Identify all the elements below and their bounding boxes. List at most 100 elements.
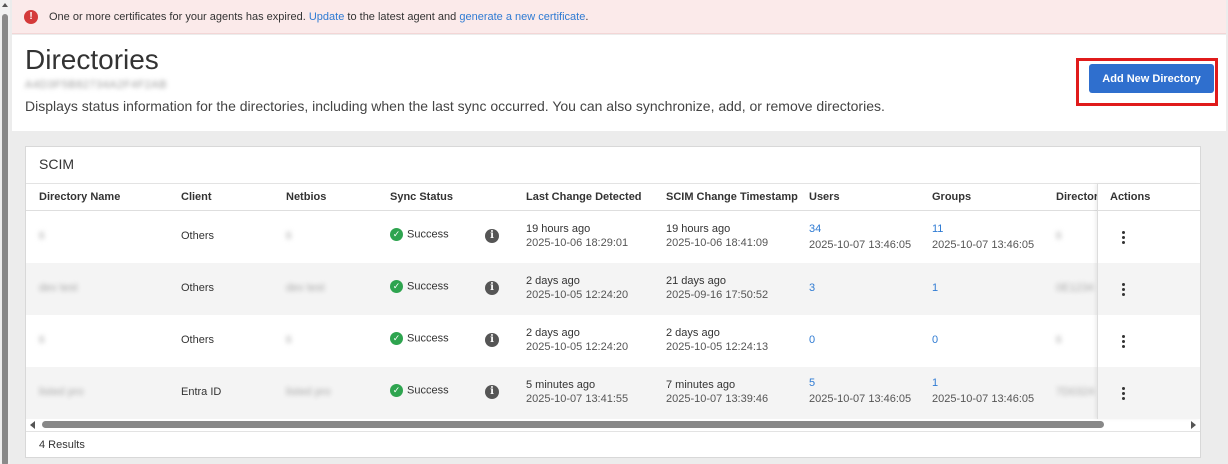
info-icon[interactable]: i — [485, 281, 499, 295]
directory-name[interactable]: ti — [39, 230, 45, 242]
directory-name[interactable]: listed pro — [39, 386, 84, 398]
last-change-timestamp: 2025-10-06 18:29:01 — [526, 237, 629, 249]
success-check-icon: ✓ — [390, 280, 403, 293]
column-header-last-change[interactable]: Last Change Detected — [526, 191, 642, 203]
client: Others — [181, 334, 215, 346]
table-row[interactable]: ti Others ti ✓ Success i 19 hours ago 202… — [26, 211, 1097, 263]
info-icon[interactable]: i — [485, 385, 499, 399]
groups-timestamp: 2025-10-07 13:46:05 — [932, 239, 1035, 251]
table-row[interactable]: ti Others ti ✓ Success i 2 days ago 2025-… — [26, 315, 1097, 367]
actions-cell — [1098, 367, 1200, 419]
info-icon[interactable]: i — [485, 229, 499, 243]
actions-cell — [1098, 263, 1200, 315]
directory-name[interactable]: dev test — [39, 282, 78, 294]
groups-count-link[interactable]: 1 — [932, 377, 938, 389]
actions-column: Actions — [1097, 184, 1200, 419]
client: Entra ID — [181, 386, 222, 398]
error-icon: ! — [24, 9, 38, 24]
sync-status: ✓ Success — [390, 384, 449, 397]
tenant-id: A4D3F5B82734A2F4F2AB — [25, 79, 168, 91]
update-link[interactable]: Update — [309, 11, 344, 23]
results-count: 4 Results — [26, 431, 1200, 457]
sync-status-label: Success — [407, 280, 449, 293]
netbios: ti — [286, 334, 292, 346]
more-options-icon[interactable] — [1118, 383, 1128, 403]
scim-directories-card: SCIM Directory Name Client Netbios Sync … — [25, 146, 1201, 458]
scroll-right-icon[interactable] — [1191, 421, 1196, 429]
table-row[interactable]: listed pro Entra ID listed pro ✓ Success … — [26, 367, 1097, 419]
alert-text-end: . — [585, 10, 589, 23]
last-change-timestamp: 2025-10-05 12:24:20 — [526, 341, 629, 353]
section-title: SCIM — [39, 156, 74, 172]
users-count-link[interactable]: 34 — [809, 223, 821, 235]
sync-status: ✓ Success — [390, 332, 449, 345]
groups-count-link[interactable]: 11 — [932, 223, 943, 235]
generate-certificate-link[interactable]: generate a new certificate — [459, 11, 585, 23]
success-check-icon: ✓ — [390, 228, 403, 241]
groups-count-link[interactable]: 0 — [932, 334, 938, 346]
scim-change-timestamp: 2025-10-07 13:39:46 — [666, 393, 769, 405]
add-new-directory-button[interactable]: Add New Directory — [1089, 64, 1214, 93]
users-count-link[interactable]: 5 — [809, 377, 815, 389]
netbios: ti — [286, 230, 292, 242]
success-check-icon: ✓ — [390, 384, 403, 397]
alert-text-start: One or more certificates for your agents… — [49, 10, 306, 23]
directory-value: 7D0324 — [1056, 386, 1095, 398]
scim-change-timestamp: 2025-10-06 18:41:09 — [666, 237, 769, 249]
last-change-relative: 2 days ago — [526, 327, 580, 339]
last-change-relative: 5 minutes ago — [526, 379, 596, 391]
main-content: ! One or more certificates for your agen… — [10, 0, 1228, 464]
alert-text: One or more certificates for your agents… — [49, 11, 588, 23]
column-header-netbios[interactable]: Netbios — [286, 191, 326, 203]
table-header: Directory Name Client Netbios Sync Statu… — [26, 184, 1200, 211]
column-header-sync-status[interactable]: Sync Status — [390, 191, 453, 203]
more-options-icon[interactable] — [1118, 331, 1128, 351]
column-header-client[interactable]: Client — [181, 191, 212, 203]
directory-name[interactable]: ti — [39, 334, 45, 346]
directory-value: ti — [1056, 230, 1062, 242]
scim-change-relative: 2 days ago — [666, 327, 720, 339]
success-check-icon: ✓ — [390, 332, 403, 345]
page-header: Directories A4D3F5B82734A2F4F2AB Display… — [12, 35, 1226, 131]
table-row[interactable]: dev test Others dev test ✓ Success i 2 da… — [26, 263, 1097, 315]
horizontal-scroll-thumb[interactable] — [42, 421, 1104, 428]
client: Others — [181, 230, 215, 242]
scim-change-timestamp: 2025-09-16 17:50:52 — [666, 289, 769, 301]
page-title: Directories — [25, 44, 159, 75]
users-timestamp: 2025-10-07 13:46:05 — [809, 393, 912, 405]
sync-status-label: Success — [407, 384, 449, 397]
page-description: Displays status information for the dire… — [25, 98, 885, 114]
scroll-up-icon[interactable] — [2, 3, 8, 7]
certificate-expired-alert: ! One or more certificates for your agen… — [12, 0, 1226, 34]
groups-count-link[interactable]: 1 — [932, 282, 938, 294]
netbios: dev test — [286, 282, 325, 294]
table-horizontal-scrollbar[interactable] — [26, 419, 1200, 431]
column-header-users[interactable]: Users — [809, 191, 840, 203]
scim-change-relative: 7 minutes ago — [666, 379, 736, 391]
column-header-scim-timestamp[interactable]: SCIM Change Timestamp — [666, 191, 798, 203]
info-icon[interactable]: i — [485, 333, 499, 347]
users-count-link[interactable]: 3 — [809, 282, 815, 294]
last-change-relative: 19 hours ago — [526, 223, 591, 235]
actions-cell — [1098, 315, 1200, 367]
client: Others — [181, 282, 215, 294]
users-count-link[interactable]: 0 — [809, 334, 815, 346]
netbios: listed pro — [286, 386, 331, 398]
scim-change-relative: 21 days ago — [666, 275, 726, 287]
scroll-left-icon[interactable] — [30, 421, 35, 429]
more-options-icon[interactable] — [1118, 227, 1128, 247]
users-timestamp: 2025-10-07 13:46:05 — [809, 239, 912, 251]
sync-status-label: Success — [407, 228, 449, 241]
actions-cell — [1098, 211, 1200, 263]
directory-value: 0E1234 — [1056, 282, 1094, 294]
last-change-relative: 2 days ago — [526, 275, 580, 287]
more-options-icon[interactable] — [1118, 279, 1128, 299]
column-header-actions: Actions — [1098, 184, 1200, 211]
column-header-groups[interactable]: Groups — [932, 191, 971, 203]
sync-status-label: Success — [407, 332, 449, 345]
page-scrollbar[interactable] — [0, 0, 10, 464]
column-header-directory-name[interactable]: Directory Name — [39, 191, 120, 203]
page-scroll-thumb[interactable] — [2, 14, 8, 464]
sync-status: ✓ Success — [390, 280, 449, 293]
scim-change-relative: 19 hours ago — [666, 223, 731, 235]
